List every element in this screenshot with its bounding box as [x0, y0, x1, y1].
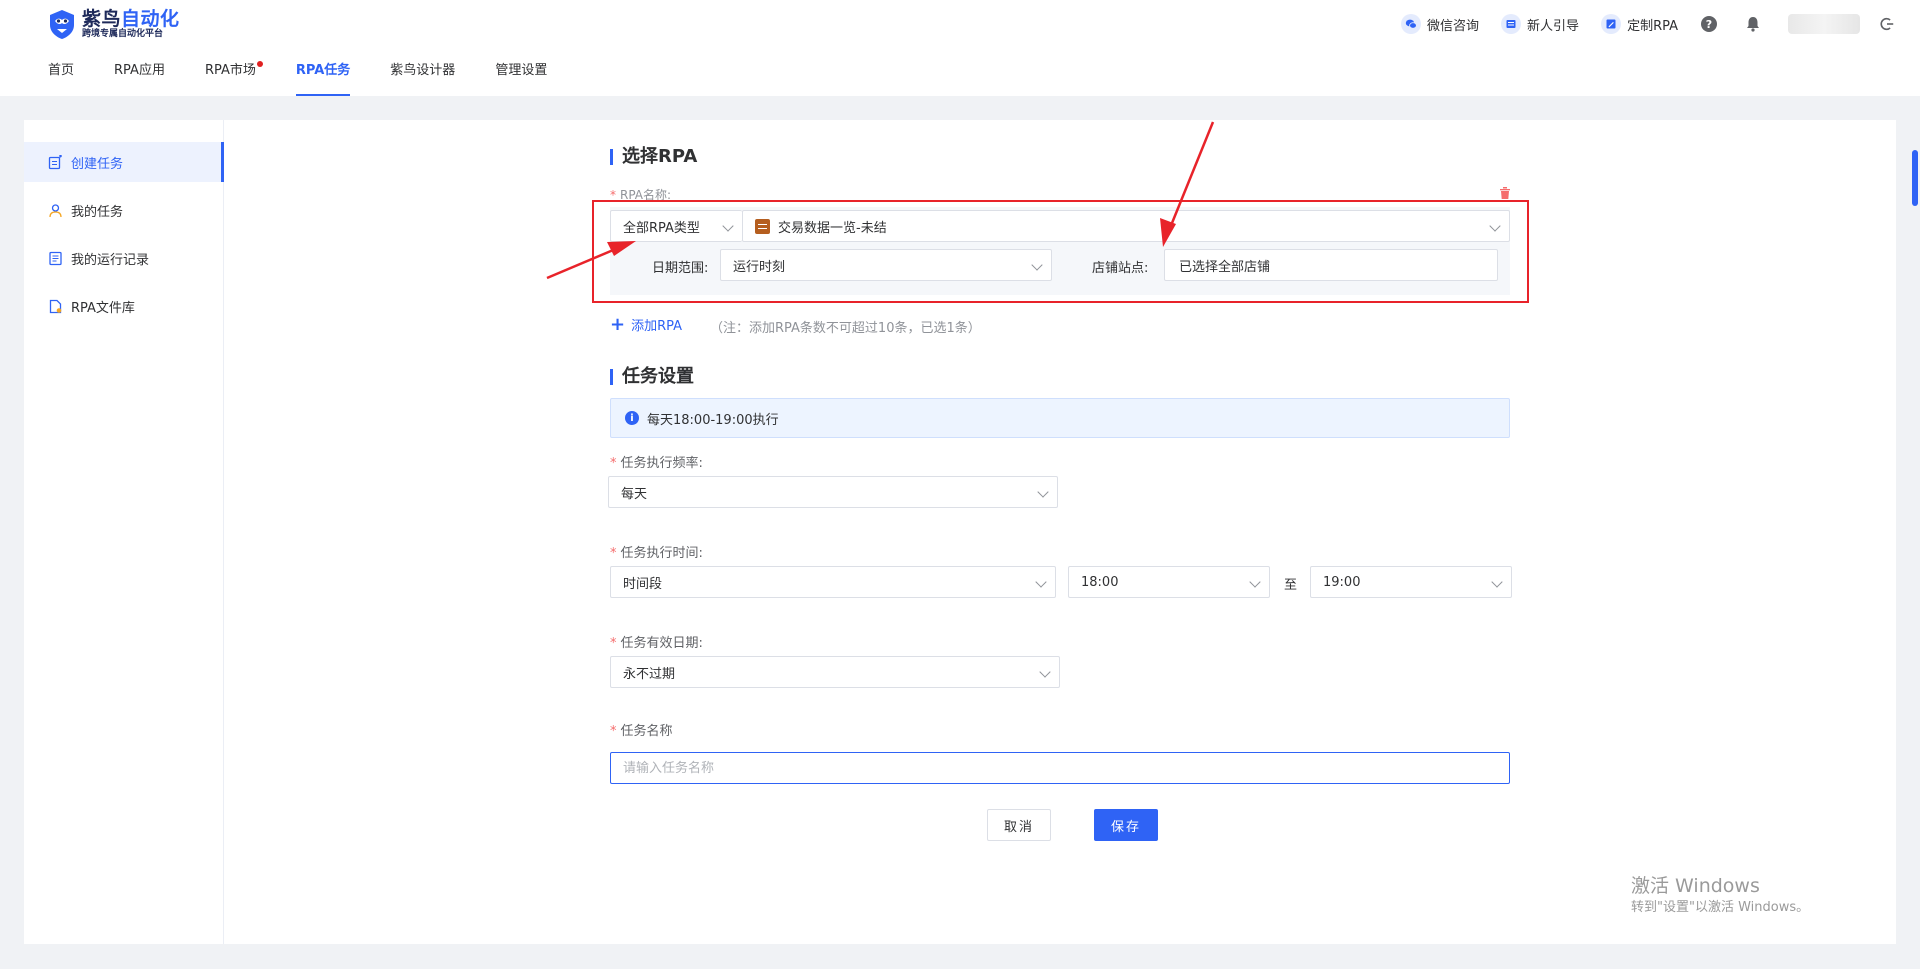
brand-logo[interactable]: 紫鸟自动化 跨境专属自动化平台 [48, 8, 180, 40]
create-task-icon [48, 154, 62, 169]
chevron-down-icon [1491, 576, 1503, 588]
cancel-button[interactable]: 取消 [987, 809, 1051, 841]
valid-date-label: * 任务有效日期: [610, 636, 703, 651]
section-title-select-rpa: 选择RPA [610, 146, 697, 168]
content-card: 创建任务 我的任务 我的运行记录 RPA文件库 选择RPA * RPA名称: 全部… [24, 120, 1896, 944]
nav-rpa-tasks[interactable]: RPA任务 [295, 56, 351, 96]
add-rpa-note: （注：添加RPA条数不可超过10条，已选1条） [710, 321, 981, 336]
guide-icon [1501, 14, 1522, 34]
scrollbar-thumb[interactable] [1912, 150, 1918, 206]
windows-activation-watermark: 激活 Windows 转到"设置"以激活 Windows。 [1631, 875, 1810, 915]
sidebar-item-run-records[interactable]: 我的运行记录 [24, 238, 223, 278]
nav-rpa-market[interactable]: RPA市场 [205, 56, 263, 96]
time-separator: 至 [1284, 578, 1298, 593]
page-scrollbar[interactable] [1910, 150, 1920, 210]
user-avatar[interactable] [1788, 14, 1860, 34]
section-title-task-settings: 任务设置 [610, 366, 694, 388]
logo-icon [50, 10, 74, 39]
frequency-select[interactable]: 每天 [608, 476, 1058, 508]
newbie-guide-link[interactable]: 新人引导 [1501, 14, 1579, 34]
time-mode-select[interactable]: 时间段 [610, 566, 1056, 598]
custom-rpa-link[interactable]: 定制RPA [1601, 14, 1678, 34]
save-button[interactable]: 保存 [1094, 809, 1158, 841]
start-time-select[interactable]: 18:00 [1068, 566, 1270, 598]
schedule-notice: i 每天18:00-19:00执行 [610, 398, 1510, 438]
info-icon: i [625, 411, 639, 425]
chevron-down-icon [1249, 576, 1261, 588]
plus-icon: + [610, 313, 626, 335]
top-header: 紫鸟自动化 跨境专属自动化平台 首页 RPA应用 RPA市场 RPA任务 紫鸟设… [0, 0, 1920, 96]
edit-icon [1601, 14, 1622, 34]
trash-icon[interactable] [1498, 186, 1512, 200]
logout-icon[interactable] [1878, 15, 1896, 33]
nav-settings[interactable]: 管理设置 [495, 56, 547, 96]
task-name-label: * 任务名称 [610, 724, 673, 739]
notification-dot [256, 61, 263, 67]
nav-home[interactable]: 首页 [48, 56, 74, 96]
help-icon[interactable]: ? [1700, 15, 1718, 33]
valid-date-select[interactable]: 永不过期 [610, 656, 1060, 688]
svg-text:?: ? [1706, 18, 1712, 31]
chevron-down-icon [1035, 576, 1047, 588]
bell-icon[interactable] [1744, 15, 1762, 33]
chevron-down-icon [1039, 666, 1051, 678]
nav-rpa-apps[interactable]: RPA应用 [114, 56, 165, 96]
exec-time-label: * 任务执行时间: [610, 546, 703, 561]
sidebar-item-create-task[interactable]: 创建任务 [24, 142, 224, 182]
annotation-highlight-box [592, 200, 1529, 303]
user-icon [49, 203, 62, 217]
wechat-icon [1401, 14, 1422, 34]
frequency-label: * 任务执行频率: [610, 456, 703, 471]
main-nav: 首页 RPA应用 RPA市场 RPA任务 紫鸟设计器 管理设置 [48, 56, 587, 96]
wechat-consult-link[interactable]: 微信咨询 [1401, 14, 1479, 34]
record-icon [49, 251, 62, 265]
sidebar: 创建任务 我的任务 我的运行记录 RPA文件库 [24, 120, 224, 944]
brand-name: 紫鸟自动化 [82, 7, 180, 30]
end-time-select[interactable]: 19:00 [1310, 566, 1512, 598]
header-actions: 微信咨询 新人引导 定制RPA ? [1401, 12, 1896, 36]
sidebar-item-rpa-files[interactable]: RPA文件库 [24, 286, 223, 326]
brand-tagline: 跨境专属自动化平台 [82, 28, 164, 39]
file-icon [49, 299, 62, 313]
sidebar-item-my-tasks[interactable]: 我的任务 [24, 190, 223, 230]
add-rpa-button[interactable]: + 添加RPA [610, 315, 682, 334]
task-name-input[interactable] [610, 752, 1510, 784]
chevron-down-icon [1037, 486, 1049, 498]
nav-designer[interactable]: 紫鸟设计器 [390, 56, 455, 96]
